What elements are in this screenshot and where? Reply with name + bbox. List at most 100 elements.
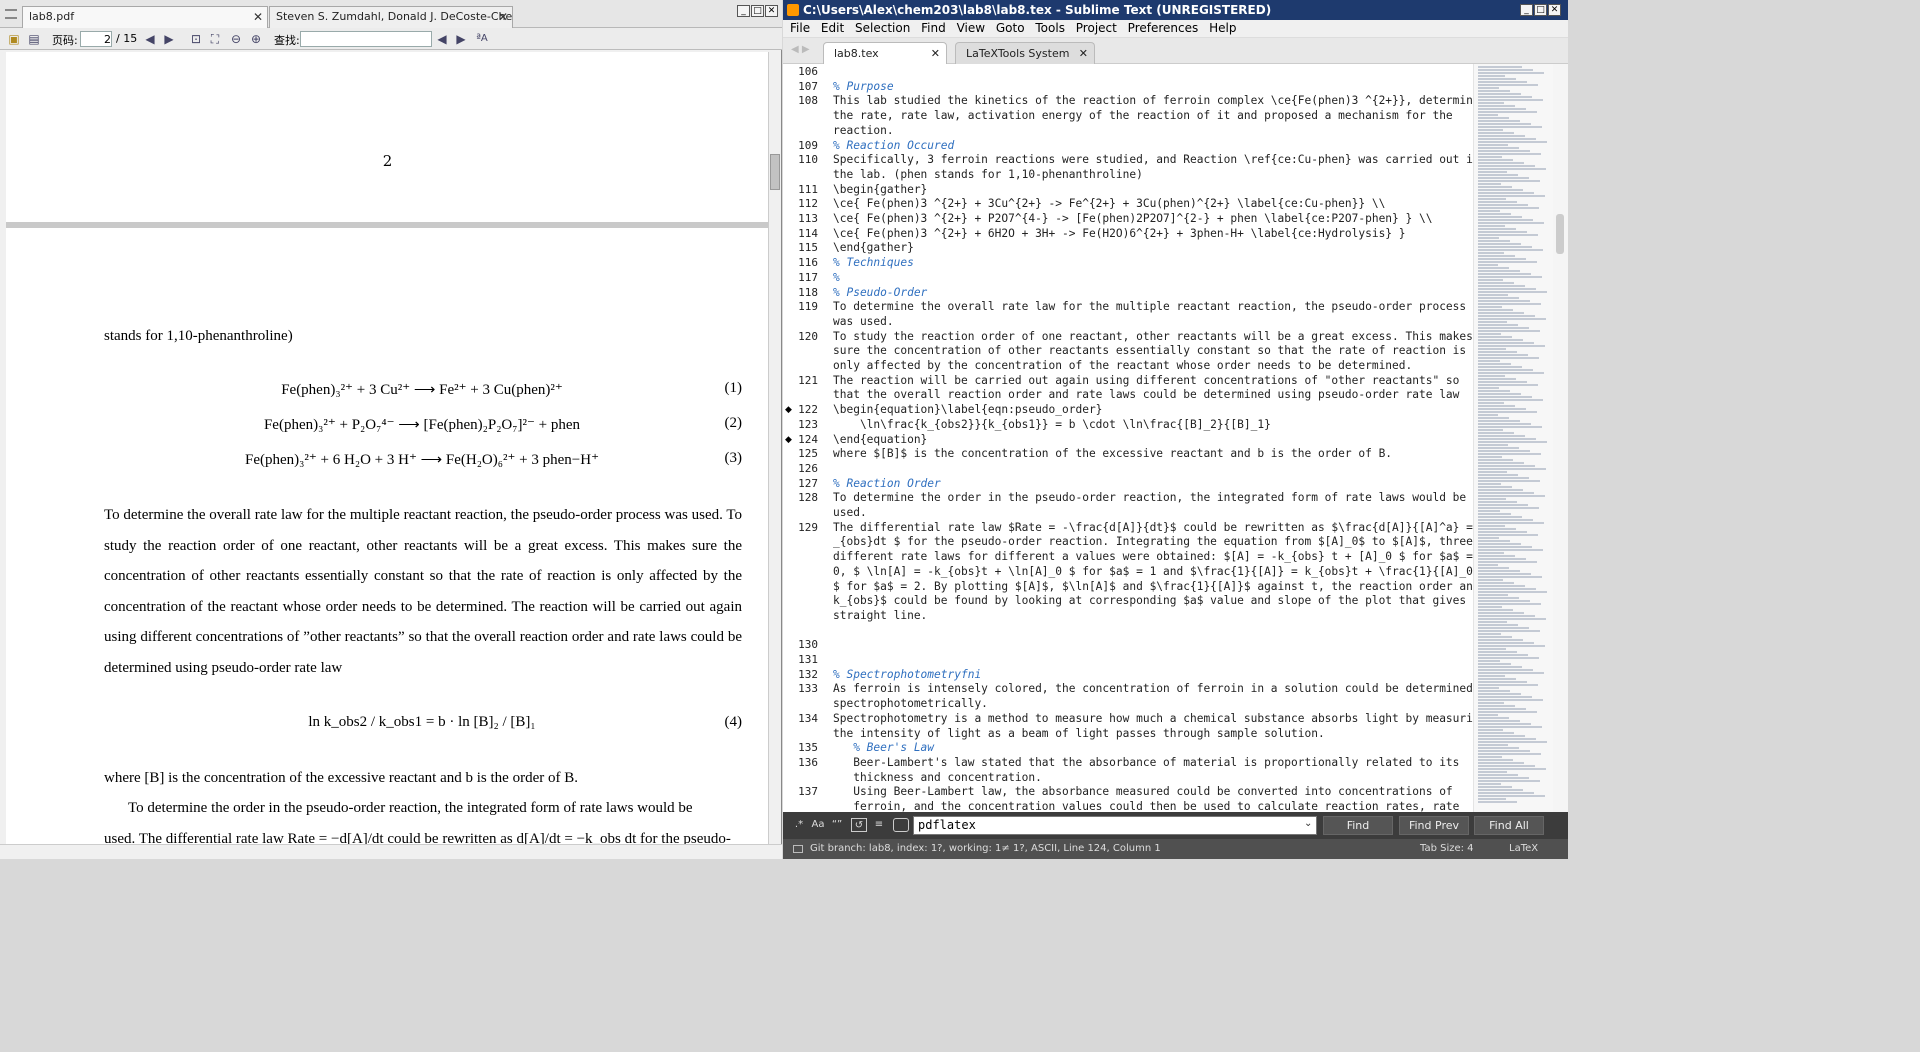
bookmark-icon[interactable]: ◆ xyxy=(785,405,792,415)
minimap-line xyxy=(1478,561,1537,563)
minimap-line xyxy=(1478,186,1512,188)
fit-width-icon[interactable]: ⛶ xyxy=(207,31,223,47)
code-line: % Techniques xyxy=(833,256,914,270)
tab-lab8-tex[interactable]: lab8.tex ✕ xyxy=(823,42,947,64)
find-next-icon[interactable]: ▶ xyxy=(453,31,469,47)
minimap-line xyxy=(1478,168,1546,170)
syntax-selector[interactable]: LaTeX xyxy=(1509,839,1538,859)
open-folder-icon[interactable]: ▣ xyxy=(6,31,22,47)
minimap-line xyxy=(1478,522,1544,524)
close-icon[interactable]: ✕ xyxy=(253,7,263,27)
maximize-button[interactable]: □ xyxy=(751,5,764,17)
minimize-button[interactable]: _ xyxy=(737,5,750,17)
minimap-line xyxy=(1478,513,1511,515)
menu-file[interactable]: File xyxy=(790,20,810,37)
find-input[interactable]: pdflatex xyxy=(913,816,1317,835)
minimap-line xyxy=(1478,180,1540,182)
case-sensitive-toggle[interactable]: Aa xyxy=(810,818,826,832)
wrap-icon[interactable]: ↺ xyxy=(851,818,867,832)
find-prev-icon[interactable]: ◀ xyxy=(434,31,450,47)
minimap-line xyxy=(1478,696,1532,698)
close-icon[interactable]: ✕ xyxy=(931,43,940,65)
pdf-tab-label: lab8.pdf xyxy=(29,10,75,23)
minimize-button[interactable]: _ xyxy=(1520,4,1533,16)
match-case-icon[interactable]: ªA xyxy=(474,31,490,47)
code-editor[interactable]: 106 107 108 109 110 111 112 113 114 115 116 117 118 1… xyxy=(783,64,1473,812)
minimap-line xyxy=(1478,567,1509,569)
scroll-thumb[interactable] xyxy=(1556,214,1564,254)
minimap-line xyxy=(1478,576,1542,578)
zoom-in-icon[interactable]: ⊕ xyxy=(248,31,264,47)
menu-tools[interactable]: Tools xyxy=(1035,20,1065,37)
code-line: reaction. xyxy=(833,123,894,137)
bookmark-icon[interactable]: ◆ xyxy=(785,435,792,445)
line-number: 107 xyxy=(798,79,818,93)
find-history-dropdown-icon[interactable]: ⌄ xyxy=(1304,818,1312,829)
line-number: 112 xyxy=(798,197,818,211)
close-button[interactable]: ✕ xyxy=(765,5,778,17)
minimap-line xyxy=(1478,225,1505,227)
regex-icon[interactable]: .* xyxy=(791,818,807,832)
zoom-out-icon[interactable]: ⊖ xyxy=(228,31,244,47)
pdf-document-view[interactable]: 2 stands for 1,10-phenanthroline) Fe(phe… xyxy=(6,52,769,844)
horizontal-scrollbar[interactable] xyxy=(0,844,782,859)
fit-page-icon[interactable]: ⊡ xyxy=(188,31,204,47)
find-all-button[interactable]: Find All xyxy=(1474,816,1544,835)
minimap-line xyxy=(1478,774,1518,776)
tab-scroll-left-icon[interactable]: ◀ ▶ xyxy=(791,44,810,55)
minimap-line xyxy=(1478,456,1502,458)
minimap-line xyxy=(1478,708,1526,710)
minimap-line xyxy=(1478,771,1507,773)
editor-scrollbar[interactable] xyxy=(1553,64,1568,812)
find-button[interactable]: Find xyxy=(1323,816,1393,835)
close-icon[interactable]: ✕ xyxy=(1079,43,1088,65)
minimap-line xyxy=(1478,375,1505,377)
minimap-line xyxy=(1478,795,1545,797)
code-line: To study the reaction order of one react… xyxy=(833,329,1473,343)
minimap-line xyxy=(1478,111,1537,113)
tab-latextools-system-check[interactable]: LaTeXTools System Check ✕ xyxy=(955,42,1095,82)
find-prev-button[interactable]: Find Prev xyxy=(1399,816,1469,835)
find-input[interactable] xyxy=(300,31,432,47)
menu-find[interactable]: Find xyxy=(921,20,946,37)
minimap[interactable] xyxy=(1473,64,1553,812)
menu-project[interactable]: Project xyxy=(1076,20,1117,37)
panel-toggle-icon[interactable] xyxy=(793,845,803,853)
back-icon[interactable]: ◀ xyxy=(142,31,158,47)
menu-goto[interactable]: Goto xyxy=(996,20,1025,37)
minimap-line xyxy=(1478,420,1520,422)
minimap-line xyxy=(1478,537,1499,539)
highlight-icon[interactable] xyxy=(893,818,909,832)
minimap-line xyxy=(1478,144,1508,146)
vertical-scrollbar[interactable] xyxy=(768,52,781,844)
minimap-line xyxy=(1478,759,1513,761)
menu-icon[interactable] xyxy=(5,9,17,19)
close-button[interactable]: ✕ xyxy=(1548,4,1561,16)
whole-word-toggle[interactable]: “” xyxy=(829,818,845,832)
menu-preferences[interactable]: Preferences xyxy=(1128,20,1199,37)
pdf-tab-lab8[interactable]: lab8.pdf ✕ xyxy=(22,6,268,28)
tab-size[interactable]: Tab Size: 4 xyxy=(1420,839,1474,859)
menu-selection[interactable]: Selection xyxy=(855,20,910,37)
print-icon[interactable]: ▤ xyxy=(26,31,42,47)
line-number-gutter: 106 107 108 109 110 111 112 113 114 115 116 117 118 1… xyxy=(783,64,831,812)
menu-view[interactable]: View xyxy=(957,20,985,37)
minimap-line xyxy=(1478,189,1523,191)
menu-edit[interactable]: Edit xyxy=(821,20,844,37)
menu-help[interactable]: Help xyxy=(1209,20,1236,37)
minimap-line xyxy=(1478,96,1532,98)
page-input[interactable] xyxy=(80,31,112,47)
forward-icon[interactable]: ▶ xyxy=(161,31,177,47)
line-number: 128 xyxy=(798,491,818,505)
minimap-line xyxy=(1478,174,1518,176)
minimap-line xyxy=(1478,501,1517,503)
minimap-line xyxy=(1478,531,1527,533)
maximize-button[interactable]: □ xyxy=(1534,4,1547,16)
scroll-thumb[interactable] xyxy=(770,154,780,190)
code-line: This lab studied the kinetics of the rea… xyxy=(833,94,1473,108)
pdf-tab-zumdahl[interactable]: Steven S. Zumdahl, Donald J. DeCoste-Che… xyxy=(269,6,513,28)
in-selection-icon[interactable]: ≡ xyxy=(871,818,887,832)
close-icon[interactable]: ✕ xyxy=(498,7,508,27)
minimap-line xyxy=(1478,342,1534,344)
minimap-line xyxy=(1478,423,1531,425)
